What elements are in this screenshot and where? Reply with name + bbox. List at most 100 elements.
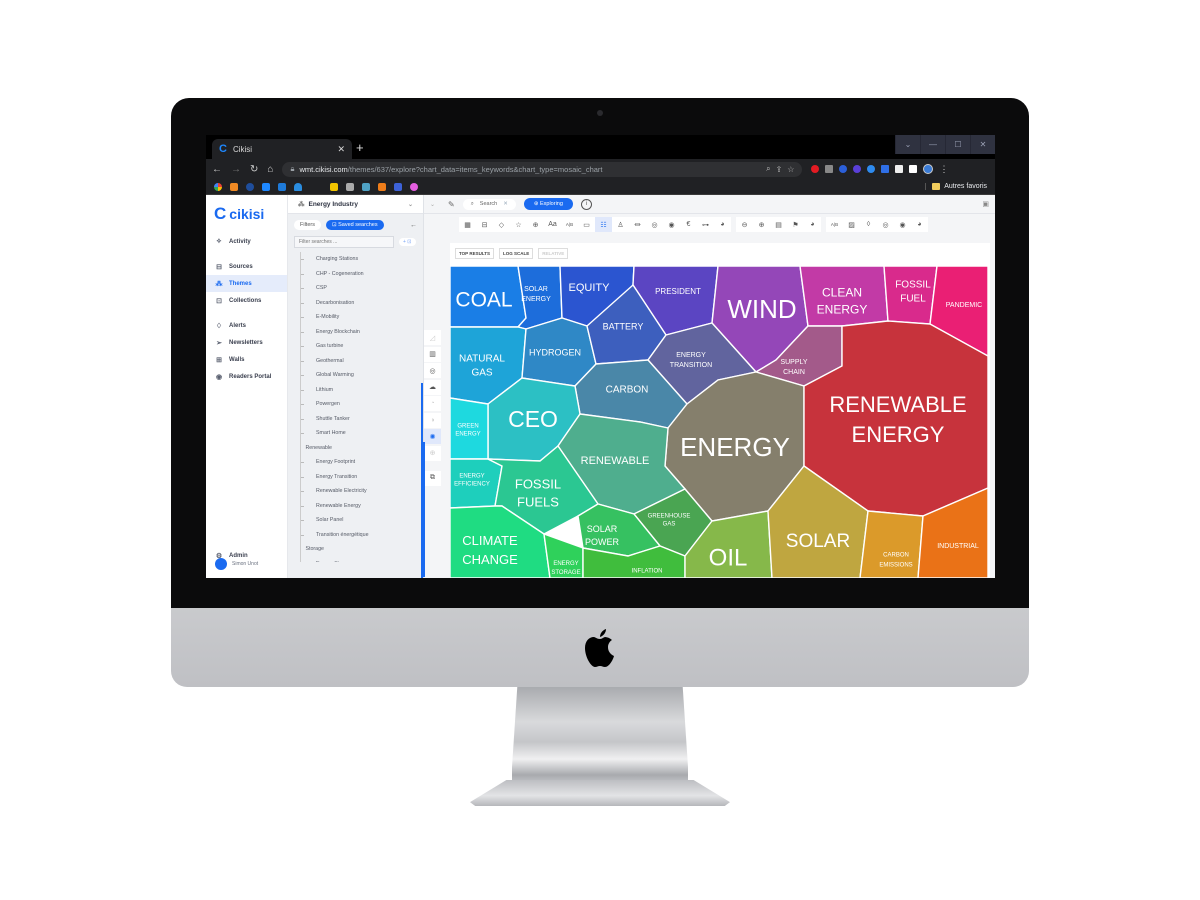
saved-search-item[interactable]: Charging Stations xyxy=(301,252,423,267)
back-icon[interactable]: ← xyxy=(212,164,222,175)
tree-folder[interactable]: ⊡Storage xyxy=(301,542,423,557)
new-tab-button[interactable]: + xyxy=(356,140,364,155)
saved-search-item[interactable]: Energy Transition xyxy=(301,470,423,485)
mosaic-cell-green-energy[interactable]: GREEN ENERGY xyxy=(450,397,489,460)
chevron-down-icon[interactable]: ⌄ xyxy=(408,201,413,208)
flag-icon[interactable]: ⚑ xyxy=(787,217,804,232)
mosaic-cell-carbon-emissions[interactable]: CARBON EMISSIONS xyxy=(859,510,924,578)
saved-search-item[interactable]: Energy Footprint xyxy=(301,455,423,470)
mosaic-cell-fossil-fuel[interactable]: FOSSIL FUEL xyxy=(883,266,938,325)
saved-search-item[interactable]: Transition énergétique xyxy=(301,528,423,543)
area-chart-icon[interactable]: ◿ xyxy=(424,330,441,345)
saved-search-item[interactable]: E-Mobility xyxy=(301,310,423,325)
sidepanel-icon[interactable] xyxy=(909,165,918,173)
saved-search-item[interactable]: Renewable Electricity xyxy=(301,484,423,499)
zoom-icon[interactable]: ⌕ xyxy=(766,164,770,174)
chevron-down-icon[interactable]: ⌄ xyxy=(430,201,440,208)
bookmark-icon[interactable] xyxy=(230,182,238,191)
search-button[interactable]: ⌕ Search ✕ xyxy=(462,198,516,210)
copy-icon[interactable]: ⧉ xyxy=(424,470,441,486)
user-chip[interactable]: Simon Unot xyxy=(215,558,258,570)
saved-search-item[interactable]: Powergen xyxy=(301,397,423,412)
saved-search-item[interactable]: CSP xyxy=(301,281,423,296)
tree-folder[interactable]: ⊡Renewable xyxy=(301,441,423,456)
cikisi-bookmark-icon[interactable] xyxy=(262,182,270,191)
saved-search-item[interactable]: Global Warming xyxy=(301,368,423,383)
keywords-icon[interactable]: ☷ xyxy=(595,217,612,232)
archive-icon[interactable]: ⊟ xyxy=(476,217,493,232)
globe-icon[interactable]: ⊕ xyxy=(527,217,544,232)
bookmark-icon[interactable] xyxy=(362,182,370,191)
extension-icon[interactable] xyxy=(881,165,890,173)
ab-icon[interactable]: A|B xyxy=(561,217,578,232)
profile-avatar[interactable] xyxy=(923,164,934,174)
extension-icon[interactable] xyxy=(811,165,820,173)
close-tab-icon[interactable]: ✕ xyxy=(337,144,345,155)
tab-search-button[interactable]: ⌄ xyxy=(895,135,920,154)
menu-kebab-icon[interactable]: ⋮ xyxy=(939,164,948,175)
relative-button[interactable]: RELATIVE xyxy=(538,248,569,259)
drop-icon[interactable]: ◊ xyxy=(860,217,877,232)
sidebar-item-themes[interactable]: ⁂ Themes xyxy=(206,275,287,292)
maximize-button[interactable]: ☐ xyxy=(945,135,970,154)
calendar-icon[interactable]: ▦ xyxy=(459,217,476,232)
sidebar-item-newsletters[interactable]: ➢ Newsletters xyxy=(206,334,287,351)
cloud-bookmark-icon[interactable] xyxy=(294,182,302,191)
mosaic-cell-clean-energy[interactable]: CLEAN ENERGY xyxy=(799,266,889,327)
saved-search-item[interactable]: Lithium xyxy=(301,383,423,398)
extension-icon[interactable] xyxy=(853,165,862,173)
tag-icon[interactable]: ◇ xyxy=(493,217,510,232)
bookmark-icon[interactable] xyxy=(246,182,254,191)
other-bookmarks[interactable]: Autres favoris xyxy=(925,183,987,190)
minimize-button[interactable]: — xyxy=(920,135,945,154)
sidebar-item-alerts[interactable]: ♢ Alerts xyxy=(206,317,287,334)
location-icon-2[interactable]: ◎ xyxy=(877,217,894,232)
saved-search-item[interactable]: Geothermal xyxy=(301,354,423,369)
mosaic-cell-coal[interactable]: COAL xyxy=(450,266,527,328)
log-scale-button[interactable]: LOG SCALE xyxy=(499,248,534,259)
reload-icon[interactable]: ↻ xyxy=(250,164,258,175)
compass-icon-2[interactable]: ◉ xyxy=(894,217,911,232)
sidebar-item-collections[interactable]: ⊡ Collections xyxy=(206,292,287,309)
sidebar-item-sources[interactable]: ⊟ Sources xyxy=(206,258,287,275)
rss-bookmark-icon[interactable] xyxy=(378,182,386,191)
star-icon[interactable]: ☆ xyxy=(510,217,527,232)
main-scrollbar[interactable] xyxy=(423,442,425,577)
person-icon[interactable]: ♙ xyxy=(612,217,629,232)
sidebar-item-walls[interactable]: ⊞ Walls xyxy=(206,351,287,368)
saved-search-item[interactable]: Decarbonisation xyxy=(301,296,423,311)
bookmark-icon[interactable] xyxy=(410,182,418,191)
translate-icon[interactable]: Aa xyxy=(544,217,561,232)
extension-icon[interactable] xyxy=(867,165,876,173)
forward-icon[interactable]: → xyxy=(231,164,241,175)
document-icon[interactable]: ▤ xyxy=(770,217,787,232)
tab-filters[interactable]: Filters xyxy=(294,220,321,230)
compass-icon[interactable]: ◎ xyxy=(646,217,663,232)
extension-icon[interactable] xyxy=(839,165,848,173)
bookmark-star-icon[interactable]: ☆ xyxy=(787,165,794,174)
filter-searches-input[interactable] xyxy=(294,236,394,248)
extension-icon[interactable] xyxy=(825,165,834,173)
saved-search-item[interactable]: Solar Panel xyxy=(301,513,423,528)
tab-saved-searches[interactable]: ⊡ Saved searches xyxy=(325,220,384,230)
puzzle-icon[interactable] xyxy=(895,165,904,173)
saved-search-item[interactable]: Shuttle Tanker xyxy=(301,412,423,427)
url-input[interactable]: 🔒︎ wmt.cikisi.com/themes/637/explore?cha… xyxy=(282,161,803,177)
zoom-chart-icon[interactable]: ⊕ xyxy=(424,445,441,461)
world-icon-3[interactable]: ◕ xyxy=(911,217,928,232)
edit-icon[interactable]: ✎ xyxy=(448,200,455,209)
google-bookmark-icon[interactable] xyxy=(214,182,222,191)
world-icon-2[interactable]: ◕ xyxy=(804,217,821,232)
cloud-icon[interactable]: ☁ xyxy=(424,379,441,395)
info-icon[interactable]: i xyxy=(580,198,592,210)
bookmark-icon[interactable] xyxy=(278,182,286,191)
box-icon[interactable]: ⊖ xyxy=(736,217,753,232)
world-icon[interactable]: ◕ xyxy=(714,217,731,232)
donut-chart-icon[interactable]: ◎ xyxy=(424,363,441,378)
globe-chart-icon[interactable]: ◑ xyxy=(424,412,441,428)
exploring-button[interactable]: ⊛ Exploring xyxy=(523,198,573,210)
sidebar-item-activity[interactable]: ⟡ Activity xyxy=(206,233,287,250)
ab-icon-2[interactable]: A|B xyxy=(826,217,843,232)
cikisi-logo[interactable]: C cikisi xyxy=(206,195,287,233)
timer-icon[interactable]: ◔ xyxy=(424,396,441,411)
